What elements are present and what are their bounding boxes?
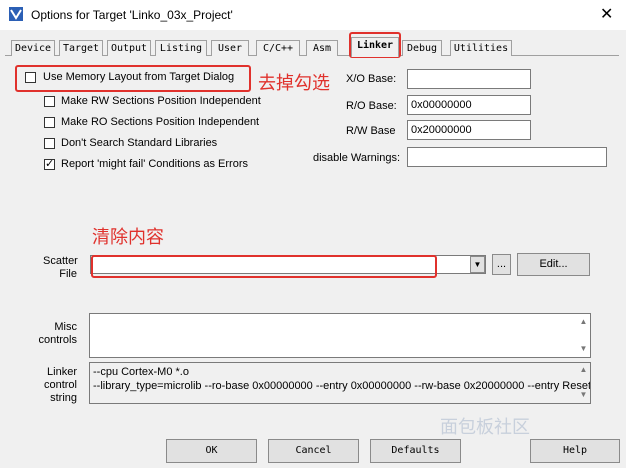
tab-target[interactable]: Target — [59, 40, 103, 56]
xo-base-label: X/O Base: — [346, 73, 397, 85]
scatter-file-highlight — [91, 255, 437, 278]
window-title: Options for Target 'Linko_03x_Project' — [31, 8, 233, 22]
scatter-browse-button[interactable]: ... — [492, 254, 511, 275]
ro-position-independent-label: Make RO Sections Position Independent — [61, 116, 260, 128]
tab-c-cpp[interactable]: C/C++ — [256, 40, 300, 56]
linker-string-line1: --cpu Cortex-M0 *.o — [93, 366, 189, 378]
help-button[interactable]: Help — [530, 439, 620, 463]
rw-base-input[interactable]: 0x20000000 — [407, 120, 531, 140]
linker-scroll-up-icon[interactable]: ▲ — [578, 366, 589, 374]
close-icon[interactable]: ✕ — [600, 4, 613, 24]
dont-search-std-libs-label: Don't Search Standard Libraries — [61, 137, 218, 149]
misc-label-line1: Misc — [54, 321, 77, 333]
misc-controls-textarea[interactable] — [89, 313, 591, 358]
might-fail-errors-label: Report 'might fail' Conditions as Errors — [61, 158, 248, 170]
tab-utilities[interactable]: Utilities — [450, 40, 512, 56]
tab-listing[interactable]: Listing — [155, 40, 207, 56]
tab-device[interactable]: Device — [11, 40, 55, 56]
ro-base-input[interactable]: 0x00000000 — [407, 95, 531, 115]
tab-output[interactable]: Output — [107, 40, 151, 56]
tab-asm[interactable]: Asm — [306, 40, 338, 56]
xo-base-input[interactable] — [407, 69, 531, 89]
linker-string-label-line2: control — [43, 379, 77, 391]
might-fail-errors-checkbox[interactable] — [44, 157, 55, 170]
linker-scroll-down-icon[interactable]: ▼ — [578, 391, 589, 399]
linker-string-label-line1: Linker — [47, 366, 77, 378]
watermark: 面包板社区 — [440, 417, 530, 437]
chevron-down-icon[interactable]: ▼ — [470, 256, 485, 273]
scroll-up-icon[interactable]: ▲ — [578, 318, 589, 326]
linker-string-label-line3: string — [50, 392, 77, 404]
cancel-button[interactable]: Cancel — [268, 439, 359, 463]
scatter-edit-button[interactable]: Edit... — [517, 253, 590, 276]
defaults-button[interactable]: Defaults — [370, 439, 461, 463]
tab-user[interactable]: User — [211, 40, 249, 56]
disable-warnings-label: disable Warnings: — [313, 152, 401, 164]
scatter-label-line2: File — [59, 268, 77, 280]
rw-position-independent-checkbox[interactable] — [44, 96, 55, 107]
ro-position-independent-checkbox[interactable] — [44, 117, 55, 128]
ro-base-label: R/O Base: — [346, 100, 397, 112]
dont-search-std-libs-checkbox[interactable] — [44, 138, 55, 149]
disable-warnings-input[interactable] — [407, 147, 607, 167]
tab-linker[interactable]: Linker — [351, 37, 399, 57]
misc-label-line2: controls — [38, 334, 77, 346]
uncheck-annotation: 去掉勾选 — [258, 73, 330, 93]
scroll-down-icon[interactable]: ▼ — [578, 345, 589, 353]
rw-position-independent-label: Make RW Sections Position Independent — [61, 95, 261, 107]
use-memory-layout-highlight — [15, 65, 251, 92]
rw-base-label: R/W Base — [346, 125, 396, 137]
tab-debug[interactable]: Debug — [402, 40, 442, 56]
clear-annotation: 清除内容 — [92, 227, 164, 247]
linker-string-line2: --library_type=microlib --ro-base 0x0000… — [93, 380, 591, 392]
scatter-label-line1: Scatter — [43, 255, 78, 267]
linker-control-string-box: --cpu Cortex-M0 *.o --library_type=micro… — [89, 362, 591, 404]
app-icon — [9, 7, 23, 21]
ok-button[interactable]: OK — [166, 439, 257, 463]
